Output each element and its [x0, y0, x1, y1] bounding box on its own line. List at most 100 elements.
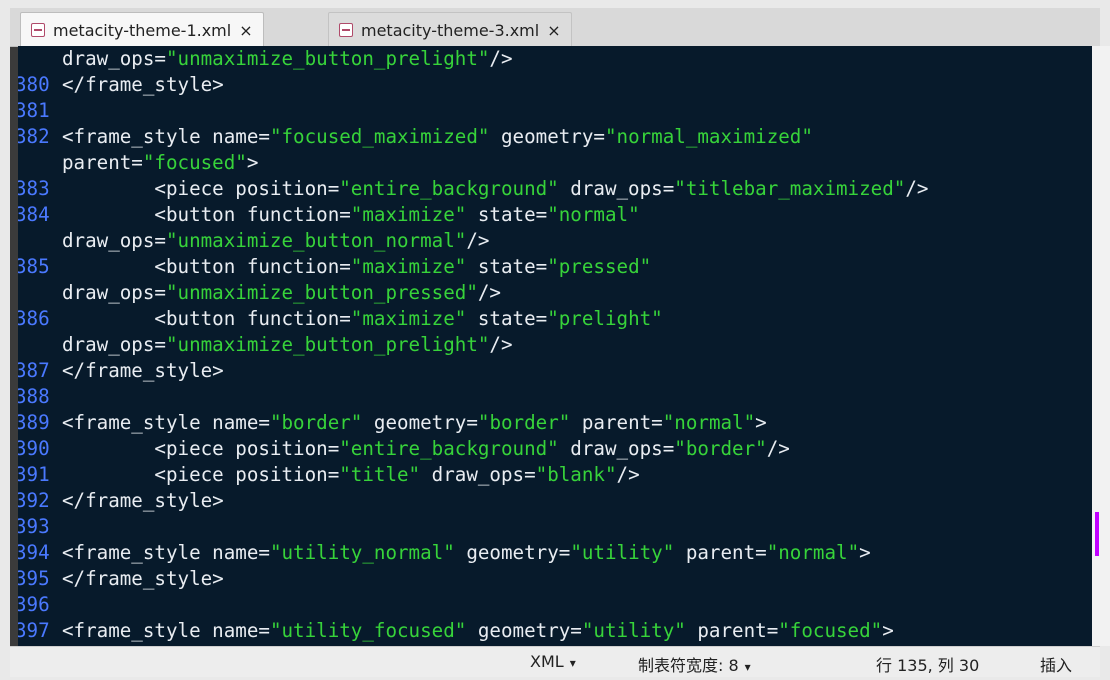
xml-file-icon — [31, 23, 45, 37]
code-text: draw_ops="unmaximize_button_prelight"/> — [62, 46, 513, 72]
line-number: 387 — [18, 359, 50, 382]
code-text: <button function="maximize" state="preli… — [62, 306, 662, 332]
code-line[interactable]: draw_ops="unmaximize_button_prelight"/> — [18, 332, 1092, 358]
code-text: draw_ops="unmaximize_button_pressed"/> — [62, 280, 501, 306]
code-line[interactable]: 389 <frame_style name="border" geometry="… — [18, 410, 1092, 436]
markup-token: </frame_style> — [62, 489, 224, 512]
code-editor[interactable]: draw_ops="unmaximize_button_prelight"/> 3… — [18, 46, 1092, 646]
cursor-position: 行 135, 列 30 — [876, 656, 980, 675]
string-literal: "maximize" — [350, 203, 467, 226]
line-number: 389 — [18, 411, 50, 434]
line-number: 385 — [18, 255, 50, 278]
code-line[interactable]: draw_ops="unmaximize_button_normal"/> — [18, 228, 1092, 254]
code-line[interactable]: 394 <frame_style name="utility_normal" ge… — [18, 540, 1092, 566]
string-literal: "unmaximize_button_normal" — [165, 229, 467, 252]
code-text: <piece position="title" draw_ops="blank"… — [62, 462, 640, 488]
code-text: </frame_style> — [62, 566, 224, 592]
code-line[interactable]: 381 — [18, 98, 1092, 124]
code-line[interactable]: 396 — [18, 592, 1092, 618]
string-literal: "normal" — [547, 203, 640, 226]
tab-width-selector[interactable]: 制表符宽度: 8 ▾ — [638, 652, 751, 676]
markup-token: draw_ops= — [62, 47, 166, 70]
markup-token: > — [246, 151, 259, 174]
string-literal: "normal" — [766, 541, 860, 564]
markup-token: /> — [905, 177, 929, 200]
string-literal: "entire_background" — [339, 177, 559, 200]
markup-token: <frame_style name= — [62, 619, 270, 642]
markup-token: </frame_style> — [62, 567, 224, 590]
string-literal: "titlebar_maximized" — [674, 177, 906, 200]
code-text: </frame_style> — [62, 488, 224, 514]
markup-token: /> — [489, 333, 513, 356]
line-number: 386 — [18, 307, 50, 330]
line-number: 395 — [18, 567, 50, 590]
line-number: 383 — [18, 177, 50, 200]
markup-token: <frame_style name= — [62, 125, 270, 148]
code-text: draw_ops="unmaximize_button_prelight"/> — [62, 332, 513, 358]
close-tab-icon[interactable]: × — [239, 21, 252, 40]
code-line[interactable]: draw_ops="unmaximize_button_pressed"/> — [18, 280, 1092, 306]
string-literal: "unmaximize_button_prelight" — [165, 333, 490, 356]
string-literal: "utility_normal" — [269, 541, 455, 564]
language-selector[interactable]: XML ▾ — [530, 652, 576, 671]
code-line[interactable]: 397 <frame_style name="utility_focused" g… — [18, 618, 1092, 644]
code-text: </frame_style> — [62, 358, 224, 384]
line-number: 397 — [18, 619, 50, 642]
markup-token: draw_ops= — [62, 281, 166, 304]
code-line[interactable]: 387 </frame_style> — [18, 358, 1092, 384]
code-text: <frame_style name="focused_maximized" ge… — [62, 124, 813, 150]
code-line[interactable]: 385 <button function="maximize" state="p… — [18, 254, 1092, 280]
markup-token: /> — [616, 463, 640, 486]
line-number: 393 — [18, 515, 50, 538]
string-literal: "focused_maximized" — [269, 125, 490, 148]
code-line[interactable]: 388 — [18, 384, 1092, 410]
code-line[interactable]: 395 </frame_style> — [18, 566, 1092, 592]
markup-token: </frame_style> — [62, 359, 224, 382]
line-number: 384 — [18, 203, 50, 226]
right-edge-scrollbar[interactable] — [1092, 46, 1110, 646]
markup-token: draw_ops= — [420, 463, 536, 486]
string-literal: "border" — [269, 411, 363, 434]
code-text: <frame_style name="utility_focused" geom… — [62, 618, 894, 644]
string-literal: "maximize" — [350, 307, 467, 330]
tab-metacity-theme-3[interactable]: metacity-theme-3.xml × — [328, 12, 572, 47]
tab-metacity-theme-1[interactable]: metacity-theme-1.xml × — [20, 12, 264, 47]
markup-token: <piece position= — [62, 463, 340, 486]
string-literal: "normal" — [662, 411, 756, 434]
string-literal: "border" — [477, 411, 571, 434]
code-line[interactable]: 383 <piece position="entire_background" … — [18, 176, 1092, 202]
string-literal: "utility" — [581, 619, 686, 642]
code-line[interactable]: 390 <piece position="entire_background" … — [18, 436, 1092, 462]
code-line[interactable]: 393 — [18, 514, 1092, 540]
code-line[interactable]: 382 <frame_style name="focused_maximized"… — [18, 124, 1092, 150]
code-line[interactable]: parent="focused"> — [18, 150, 1092, 176]
code-text: <button function="maximize" state="norma… — [62, 202, 640, 228]
string-literal: "focused" — [778, 619, 883, 642]
code-line[interactable]: 386 <button function="maximize" state="p… — [18, 306, 1092, 332]
markup-token: state= — [466, 307, 548, 330]
code-line[interactable]: 392 </frame_style> — [18, 488, 1092, 514]
code-text: <piece position="entire_background" draw… — [62, 436, 789, 462]
close-tab-icon[interactable]: × — [547, 21, 560, 40]
markup-token: /> — [477, 281, 501, 304]
code-line[interactable]: draw_ops="unmaximize_button_prelight"/> — [18, 46, 1092, 72]
code-text: <piece position="entire_background" draw… — [62, 176, 928, 202]
markup-token: parent= — [62, 151, 143, 174]
tab-width-label: 制表符宽度: 8 — [638, 656, 739, 675]
markup-token: draw_ops= — [62, 333, 166, 356]
string-literal: "blank" — [535, 463, 617, 486]
markup-token: parent= — [685, 619, 779, 642]
markup-token: > — [859, 541, 871, 564]
markup-token: <frame_style name= — [62, 541, 270, 564]
language-label: XML — [530, 652, 564, 671]
string-literal: "unmaximize_button_pressed" — [165, 281, 478, 304]
markup-token: geometry= — [362, 411, 478, 434]
insert-mode: 插入 — [1040, 656, 1073, 675]
markup-token: > — [882, 619, 894, 642]
line-number: 392 — [18, 489, 50, 512]
code-line[interactable]: 384 <button function="maximize" state="n… — [18, 202, 1092, 228]
code-line[interactable]: 391 <piece position="title" draw_ops="bl… — [18, 462, 1092, 488]
code-line[interactable]: 380 </frame_style> — [18, 72, 1092, 98]
scroll-indicator[interactable] — [1095, 512, 1099, 556]
markup-token: <button function= — [62, 255, 351, 278]
